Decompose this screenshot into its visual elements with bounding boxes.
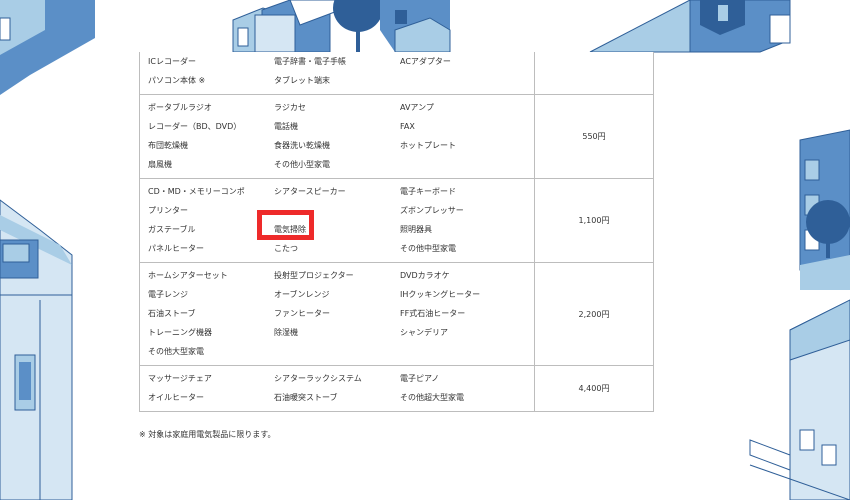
fee-table-body: ICレコーダー 電子辞書・電子手帳 ACアダプター パソコン本体 ※ タブレット… <box>139 52 654 412</box>
list-item: ホームシアターセット <box>148 271 228 280</box>
list-item: ホットプレート <box>400 141 456 150</box>
items-cell: ポータブルラジオ ラジカセ AVアンプ レコーダー（BD、DVD） 電話機 FA… <box>139 94 535 179</box>
list-item: 除湿機 <box>274 328 298 337</box>
list-item: トレーニング機器 <box>148 328 212 337</box>
list-item: シャンデリア <box>400 328 448 337</box>
list-item: 電子辞書・電子手帳 <box>274 57 346 66</box>
house-illustration-top-left <box>0 0 95 95</box>
items-cell: マッサージチェア シアターラックシステム 電子ピアノ オイルヒーター 石油暖突ス… <box>139 365 535 412</box>
list-item: 扇風機 <box>148 160 172 169</box>
list-item: 布団乾燥機 <box>148 141 188 150</box>
items-cell: ICレコーダー 電子辞書・電子手帳 ACアダプター パソコン本体 ※ タブレット… <box>139 52 535 95</box>
list-item: 照明器具 <box>400 225 432 234</box>
table-row: CD・MD・メモリーコンポ シアタースピーカー 電子キーボード プリンター ズボ… <box>139 178 654 263</box>
list-item: ラジカセ <box>274 103 306 112</box>
table-row: ICレコーダー 電子辞書・電子手帳 ACアダプター パソコン本体 ※ タブレット… <box>139 52 654 95</box>
list-item: 石油暖突ストーブ <box>274 393 338 402</box>
list-item: DVDカラオケ <box>400 271 450 280</box>
highlight-box <box>257 210 314 240</box>
list-item: ICレコーダー <box>148 57 196 66</box>
price-cell: 550円 <box>534 94 654 179</box>
list-item: ガステーブル <box>148 225 196 234</box>
items-grid: ホームシアターセット 投射型プロジェクター DVDカラオケ 電子レンジ オーブン… <box>148 266 534 361</box>
price-cell: 2,200円 <box>534 262 654 366</box>
list-item: FAX <box>400 122 415 131</box>
footnote: ※ 対象は家庭用電気製品に限ります。 <box>139 430 276 439</box>
list-item: FF式石油ヒーター <box>400 309 466 318</box>
items-grid: ポータブルラジオ ラジカセ AVアンプ レコーダー（BD、DVD） 電話機 FA… <box>148 98 534 174</box>
list-item: こたつ <box>274 244 298 253</box>
house-illustration-bottom-right <box>749 299 850 500</box>
house-illustration-right <box>799 129 850 290</box>
list-item: CD・MD・メモリーコンポ <box>148 187 245 196</box>
list-item: その他小型家電 <box>274 160 330 169</box>
table-row: ポータブルラジオ ラジカセ AVアンプ レコーダー（BD、DVD） 電話機 FA… <box>139 94 654 179</box>
list-item: 電話機 <box>274 122 298 131</box>
table-row: ホームシアターセット 投射型プロジェクター DVDカラオケ 電子レンジ オーブン… <box>139 262 654 366</box>
list-item: ファンヒーター <box>274 309 330 318</box>
list-item: 食器洗い乾燥機 <box>274 141 330 150</box>
list-item: 電子レンジ <box>148 290 188 299</box>
list-item: シアタースピーカー <box>274 187 346 196</box>
list-item: ACアダプター <box>400 57 451 66</box>
price-cell: 4,400円 <box>534 365 654 412</box>
list-item: その他大型家電 <box>148 347 204 356</box>
list-item: プリンター <box>148 206 188 215</box>
items-cell: CD・MD・メモリーコンポ シアタースピーカー 電子キーボード プリンター ズボ… <box>139 178 535 263</box>
list-item: その他超大型家電 <box>400 393 464 402</box>
list-item: ズボンプレッサー <box>400 206 464 215</box>
house-illustration-left <box>0 199 73 500</box>
list-item: IHクッキングヒーター <box>400 290 481 299</box>
fee-table: ICレコーダー 電子辞書・電子手帳 ACアダプター パソコン本体 ※ タブレット… <box>139 52 654 412</box>
house-illustration-top-right <box>589 0 791 53</box>
fee-table-container: ICレコーダー 電子辞書・電子手帳 ACアダプター パソコン本体 ※ タブレット… <box>139 52 654 412</box>
table-row: マッサージチェア シアターラックシステム 電子ピアノ オイルヒーター 石油暖突ス… <box>139 365 654 412</box>
list-item: その他中型家電 <box>400 244 456 253</box>
list-item: オーブンレンジ <box>274 290 330 299</box>
items-grid: マッサージチェア シアターラックシステム 電子ピアノ オイルヒーター 石油暖突ス… <box>148 369 534 407</box>
items-cell: ホームシアターセット 投射型プロジェクター DVDカラオケ 電子レンジ オーブン… <box>139 262 535 366</box>
price-cell: 1,100円 <box>534 178 654 263</box>
list-item: パネルヒーター <box>148 244 204 253</box>
list-item: 投射型プロジェクター <box>274 271 354 280</box>
list-item: 電子キーボード <box>400 187 456 196</box>
list-item: ポータブルラジオ <box>148 103 212 112</box>
price-cell <box>535 52 654 95</box>
items-grid: ICレコーダー 電子辞書・電子手帳 ACアダプター パソコン本体 ※ タブレット… <box>148 52 534 90</box>
items-grid: CD・MD・メモリーコンポ シアタースピーカー 電子キーボード プリンター ズボ… <box>148 182 534 258</box>
list-item: オイルヒーター <box>148 393 204 402</box>
list-item: タブレット端末 <box>274 76 330 85</box>
list-item: AVアンプ <box>400 103 434 112</box>
list-item: レコーダー（BD、DVD） <box>148 122 242 131</box>
list-item: 石油ストーブ <box>148 309 196 318</box>
list-item: シアターラックシステム <box>274 374 362 383</box>
list-item: 電子ピアノ <box>400 374 440 383</box>
list-item: マッサージチェア <box>148 374 212 383</box>
list-item: パソコン本体 ※ <box>148 76 206 85</box>
house-illustration-top-center <box>232 0 451 53</box>
